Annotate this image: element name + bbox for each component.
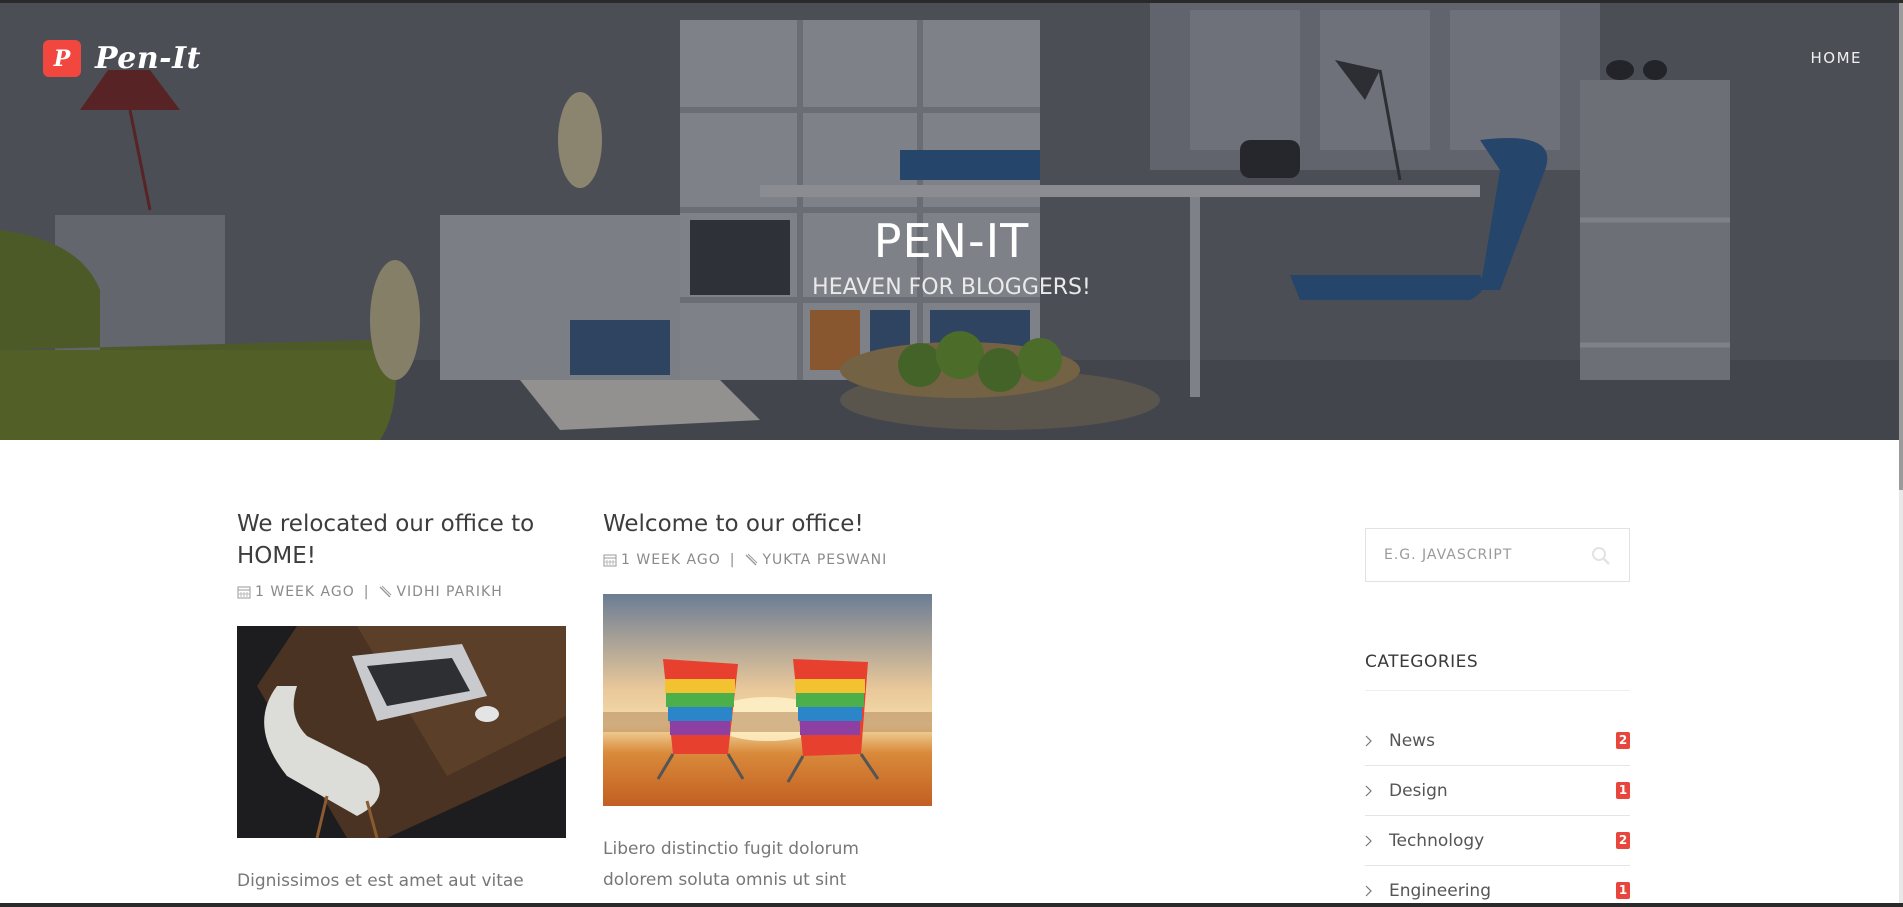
bottom-border [0, 903, 1903, 907]
calendar-icon [237, 586, 251, 599]
pencil-icon [379, 585, 392, 598]
post-author-link[interactable]: VIDHI PARIKH [396, 584, 502, 600]
category-count-badge: 1 [1616, 782, 1630, 799]
post-excerpt: Libero distinctio fugit dolorum dolorem … [603, 839, 859, 907]
chevron-right-icon [1365, 785, 1372, 796]
post-meta: 1 WEEK AGO | VIDHI PARIKH [237, 584, 567, 600]
chevron-right-icon [1365, 735, 1372, 746]
search-box [1365, 528, 1630, 582]
category-item-engineering[interactable]: Engineering 1 [1365, 866, 1630, 907]
logo-text: Pen-It [95, 41, 201, 76]
site-logo[interactable]: P Pen-It [43, 40, 201, 77]
post-excerpt: Dignissimos et est amet aut vitae beatae [237, 871, 524, 907]
category-item-news[interactable]: News 2 [1365, 716, 1630, 766]
categories-list: News 2 Design 1 Technology 2 Engineering… [1365, 716, 1630, 907]
category-label: Engineering [1389, 880, 1491, 901]
logo-badge: P [43, 40, 81, 77]
category-item-technology[interactable]: Technology 2 [1365, 816, 1630, 866]
pencil-icon [745, 553, 758, 566]
category-label: News [1389, 730, 1435, 751]
post-meta: 1 WEEK AGO | YUKTA PESWANI [603, 552, 933, 568]
category-count-badge: 2 [1616, 832, 1630, 849]
category-item-design[interactable]: Design 1 [1365, 766, 1630, 816]
top-border [0, 0, 1903, 3]
nav-home-link[interactable]: HOME [1810, 49, 1862, 67]
hero-subtitle: HEAVEN FOR BLOGGERS! [812, 275, 1091, 300]
hero-title: PEN-IT [873, 214, 1030, 268]
post-card: Welcome to our office! 1 WEEK AGO | YUKT… [603, 508, 933, 907]
meta-separator: | [363, 584, 370, 600]
category-label: Technology [1389, 830, 1485, 851]
post-title-link[interactable]: Welcome to our office! [603, 508, 933, 540]
calendar-icon [603, 554, 617, 567]
category-count-badge: 1 [1616, 882, 1630, 899]
page: P Pen-It HOME PEN-IT HEAVEN FOR BLOGGERS… [0, 0, 1903, 907]
category-label: Design [1389, 780, 1448, 801]
post-author-link[interactable]: YUKTA PESWANI [762, 552, 887, 568]
post-time: 1 WEEK AGO [255, 584, 355, 600]
meta-separator: | [729, 552, 736, 568]
chevron-right-icon [1365, 885, 1372, 896]
post-time: 1 WEEK AGO [621, 552, 721, 568]
categories-divider [1365, 690, 1630, 691]
post-image-beach-chairs[interactable] [603, 594, 932, 806]
search-input[interactable] [1382, 546, 1586, 564]
categories-heading: CATEGORIES [1365, 652, 1479, 672]
post-card: We relocated our office to HOME! 1 WEEK … [237, 508, 567, 907]
search-icon[interactable] [1591, 546, 1611, 566]
post-image-laptop[interactable] [237, 626, 566, 838]
category-count-badge: 2 [1616, 732, 1630, 749]
chevron-right-icon [1365, 835, 1372, 846]
post-title-link[interactable]: We relocated our office to HOME! [237, 508, 567, 572]
